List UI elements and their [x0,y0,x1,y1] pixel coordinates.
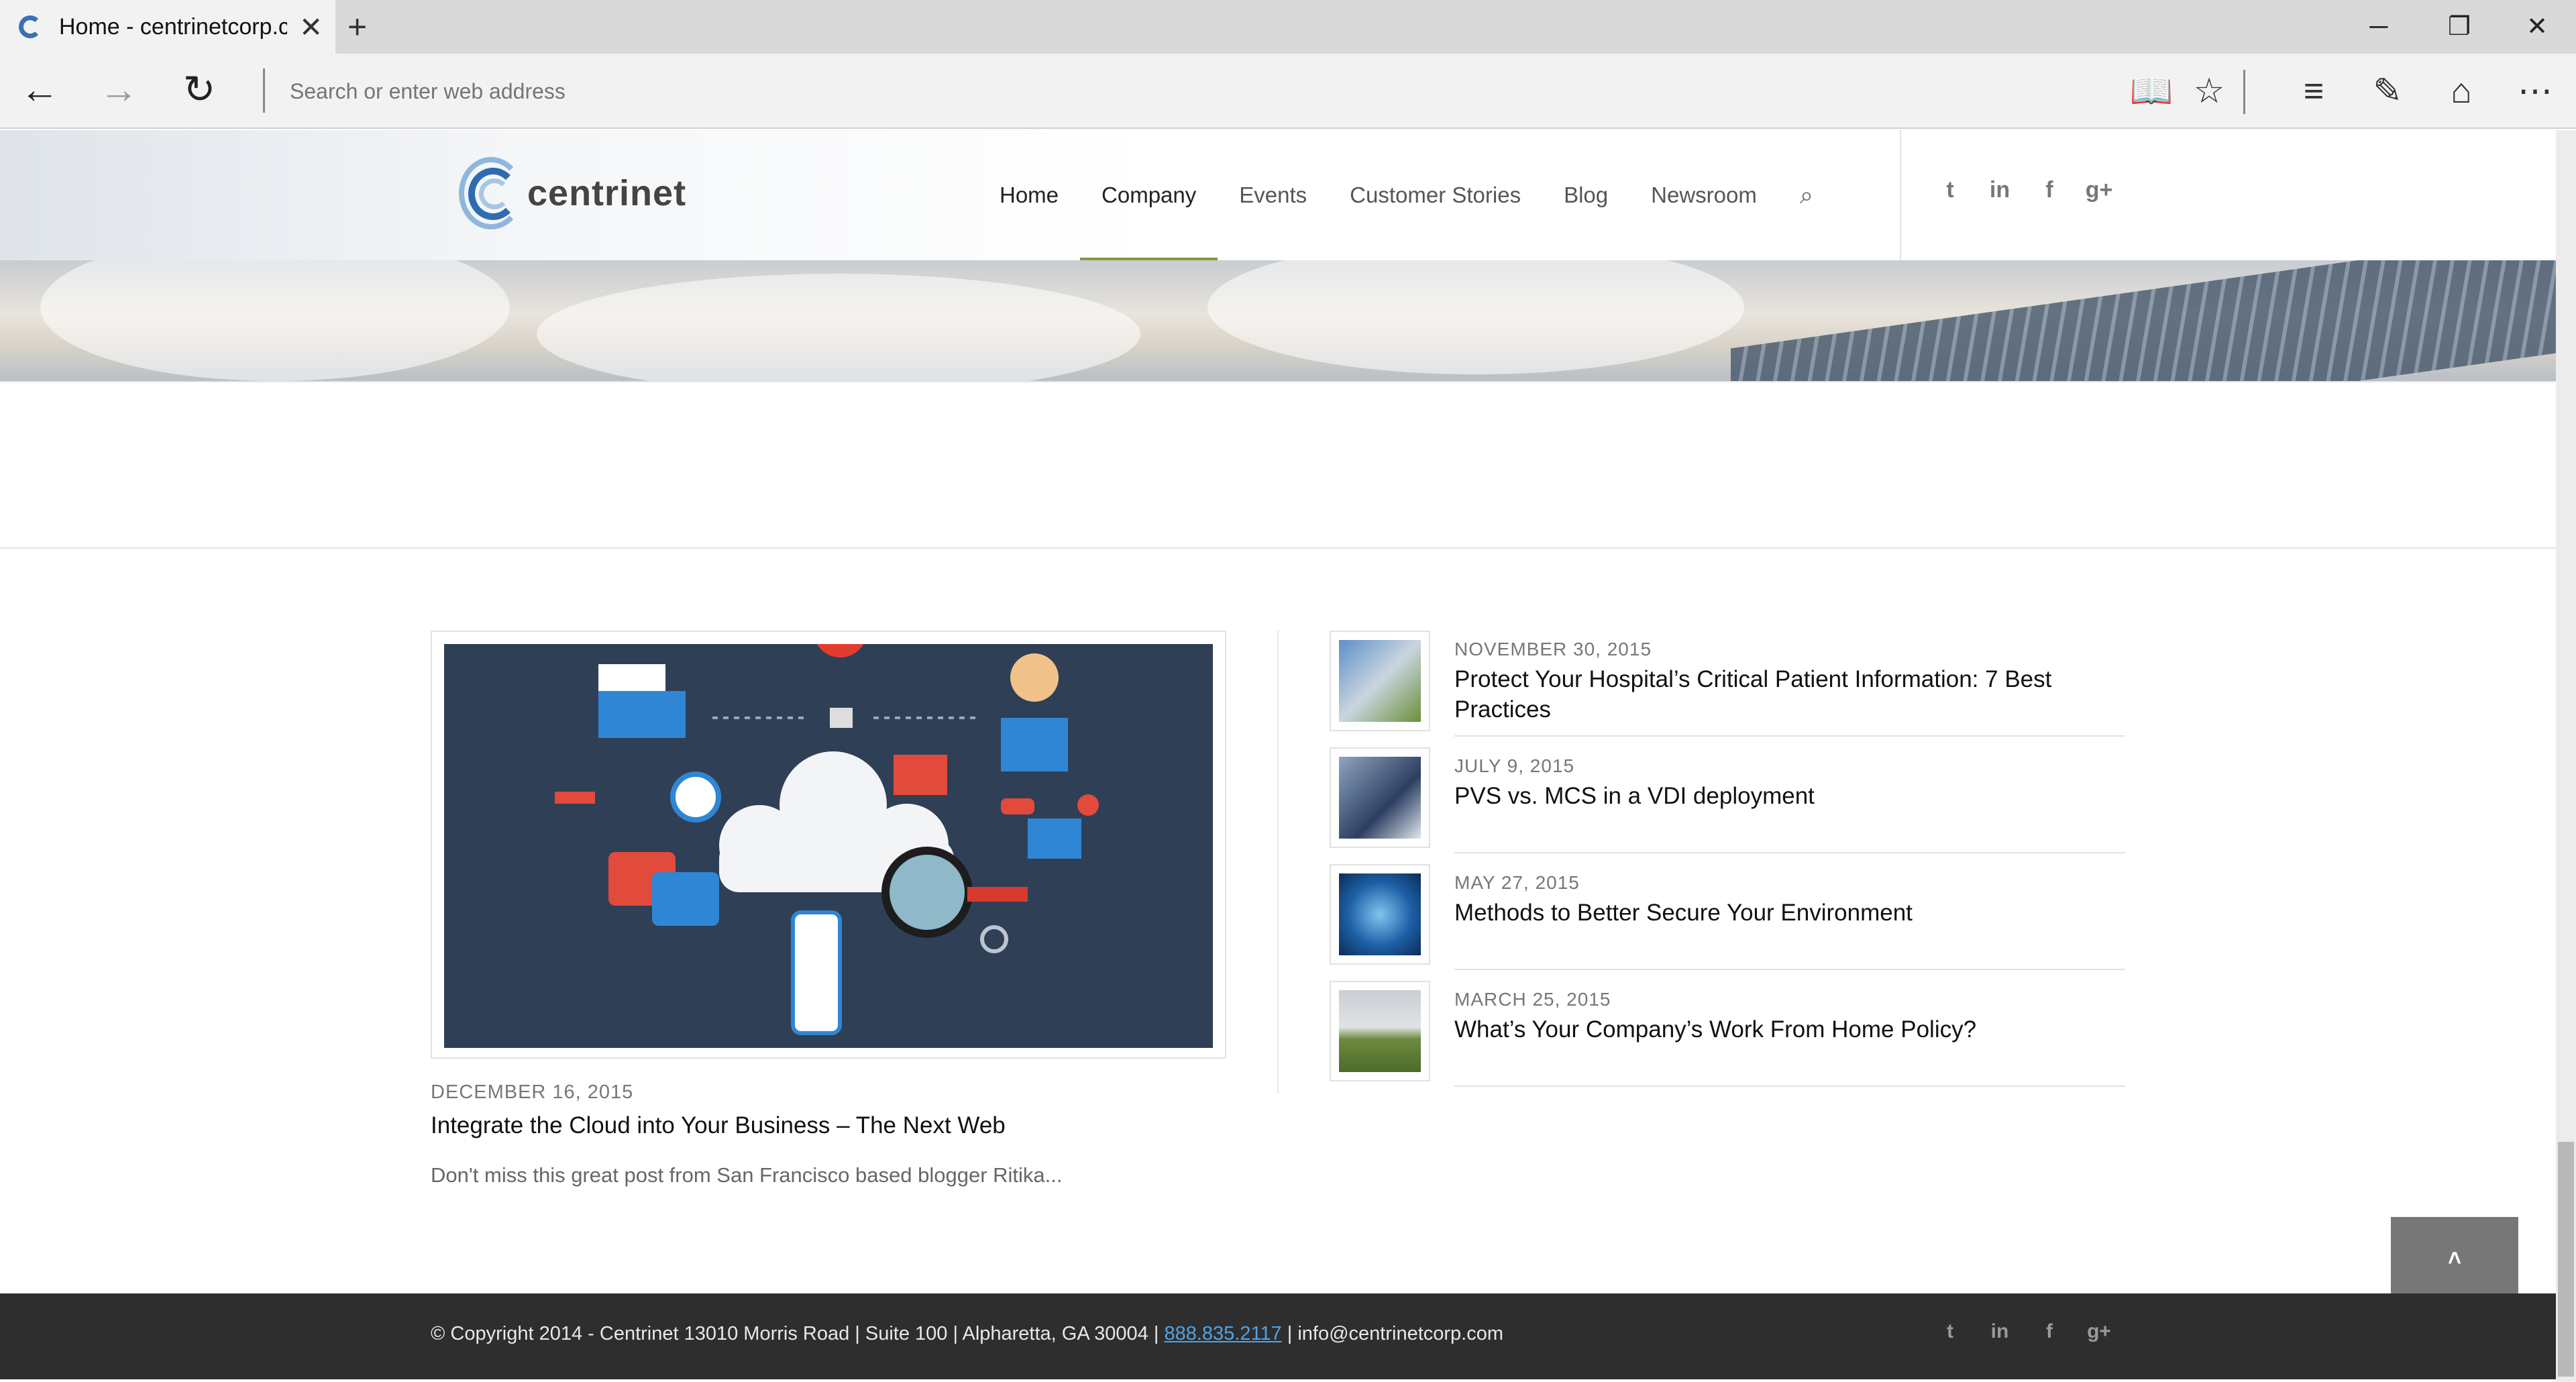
address-input[interactable] [290,76,1967,106]
footer-twitter-icon[interactable]: t [1933,1320,1967,1343]
nav-customer-stories[interactable]: Customer Stories [1350,130,1521,260]
search-icon[interactable]: ⌕ [1800,130,1813,260]
post-date: MARCH 25, 2015 [1454,989,1611,1010]
post-title[interactable]: What’s Your Company’s Work From Home Pol… [1454,1014,2125,1045]
nav-blog[interactable]: Blog [1564,130,1608,260]
list-item: MARCH 25, 2015 What’s Your Company’s Wor… [1330,981,2125,1088]
footer-phone-link[interactable]: 888.835.2117 [1164,1323,1281,1344]
post-thumbnail[interactable] [1330,981,1430,1081]
post-date: JULY 9, 2015 [1454,755,1575,776]
post-thumbnail[interactable] [1330,631,1430,731]
logo-mark-icon [459,157,523,229]
post-title[interactable]: PVS vs. MCS in a VDI deployment [1454,781,2125,811]
footer-copyright: © Copyright 2014 - Centrinet 13010 Morri… [431,1323,1503,1345]
copyright-text: © Copyright 2014 - Centrinet 13010 Morri… [431,1323,1165,1344]
post-thumbnail[interactable] [1330,864,1430,965]
tab-close-icon[interactable]: ✕ [299,11,323,44]
forward-arrow-icon[interactable]: → [95,68,142,111]
featured-post-date: DECEMBER 16, 2015 [431,1081,634,1103]
toolbar-divider [2243,70,2245,114]
featured-post-excerpt: Don't miss this great post from San Fran… [431,1163,1063,1187]
scroll-to-top-button[interactable]: ˄ [2391,1217,2518,1300]
address-toolbar: ← → ↻ 📖 ☆ ≡ ✎ ⌂ ⋯ [0,54,2576,129]
minimize-button[interactable]: ─ [2359,12,2399,42]
window-close-button[interactable]: ✕ [2517,12,2557,42]
post-divider [1454,1085,2125,1087]
google-plus-icon[interactable]: g+ [2082,177,2116,203]
footer-facebook-icon[interactable]: f [2033,1320,2066,1343]
main-nav: Home Company Events Customer Stories Blo… [1000,130,1813,260]
share-icon[interactable]: ⌂ [2438,71,2485,111]
hub-icon[interactable]: ≡ [2290,71,2337,111]
nav-newsroom[interactable]: Newsroom [1651,130,1757,260]
post-title[interactable]: Methods to Better Secure Your Environmen… [1454,898,2125,928]
post-date: MAY 27, 2015 [1454,872,1580,893]
site-header: centrinet Home Company Events Customer S… [0,130,2556,260]
browser-tab-bar: Home - centrinetcorp.cc ✕ + ─ ❐ ✕ [0,0,2576,54]
featured-post-title[interactable]: Integrate the Cloud into Your Business –… [431,1112,1006,1139]
footer-google-plus-icon[interactable]: g+ [2082,1320,2116,1343]
site-logo[interactable]: centrinet [459,157,686,229]
post-title[interactable]: Protect Your Hospital’s Critical Patient… [1454,664,2125,725]
new-tab-button[interactable]: + [347,8,367,46]
twitter-icon[interactable]: t [1933,177,1967,203]
header-divider [1900,130,1901,260]
cloud-business-illustration [444,644,1213,1048]
post-thumbnail[interactable] [1330,747,1430,848]
site-footer: © Copyright 2014 - Centrinet 13010 Morri… [0,1293,2556,1379]
post-date: NOVEMBER 30, 2015 [1454,639,1652,659]
content-spacer [0,381,2556,549]
list-item: NOVEMBER 30, 2015 Protect Your Hospital’… [1330,631,2125,738]
footer-linkedin-icon[interactable]: in [1983,1320,2017,1343]
favorite-star-icon[interactable]: ☆ [2186,71,2233,111]
list-item: JULY 9, 2015 PVS vs. MCS in a VDI deploy… [1330,747,2125,855]
nav-events[interactable]: Events [1239,130,1307,260]
reading-view-icon[interactable]: 📖 [2128,71,2175,111]
linkedin-icon[interactable]: in [1983,177,2017,203]
nav-company[interactable]: Company [1079,130,1218,260]
post-divider [1454,852,2125,853]
web-page: centrinet Home Company Events Customer S… [0,130,2556,1379]
logo-text: centrinet [527,173,687,213]
tab-title: Home - centrinetcorp.cc [59,13,287,40]
facebook-icon[interactable]: f [2033,177,2066,203]
site-favicon-icon [19,15,42,38]
restore-button[interactable]: ❐ [2439,12,2479,42]
nav-home[interactable]: Home [1000,130,1059,260]
browser-tab[interactable]: Home - centrinetcorp.cc ✕ [0,0,335,54]
column-divider [1277,631,1279,1094]
post-divider [1454,735,2125,737]
more-icon[interactable]: ⋯ [2512,71,2559,111]
footer-email: | info@centrinetcorp.com [1281,1323,1504,1344]
hero-banner [0,260,2556,381]
list-item: MAY 27, 2015 Methods to Better Secure Yo… [1330,864,2125,971]
scrollbar-thumb[interactable] [2558,1142,2574,1377]
back-arrow-icon[interactable]: ← [16,68,63,111]
featured-image-frame[interactable] [431,631,1226,1059]
post-divider [1454,969,2125,970]
web-note-icon[interactable]: ✎ [2364,71,2411,111]
toolbar-divider [263,68,265,113]
refresh-icon[interactable]: ↻ [176,68,223,111]
